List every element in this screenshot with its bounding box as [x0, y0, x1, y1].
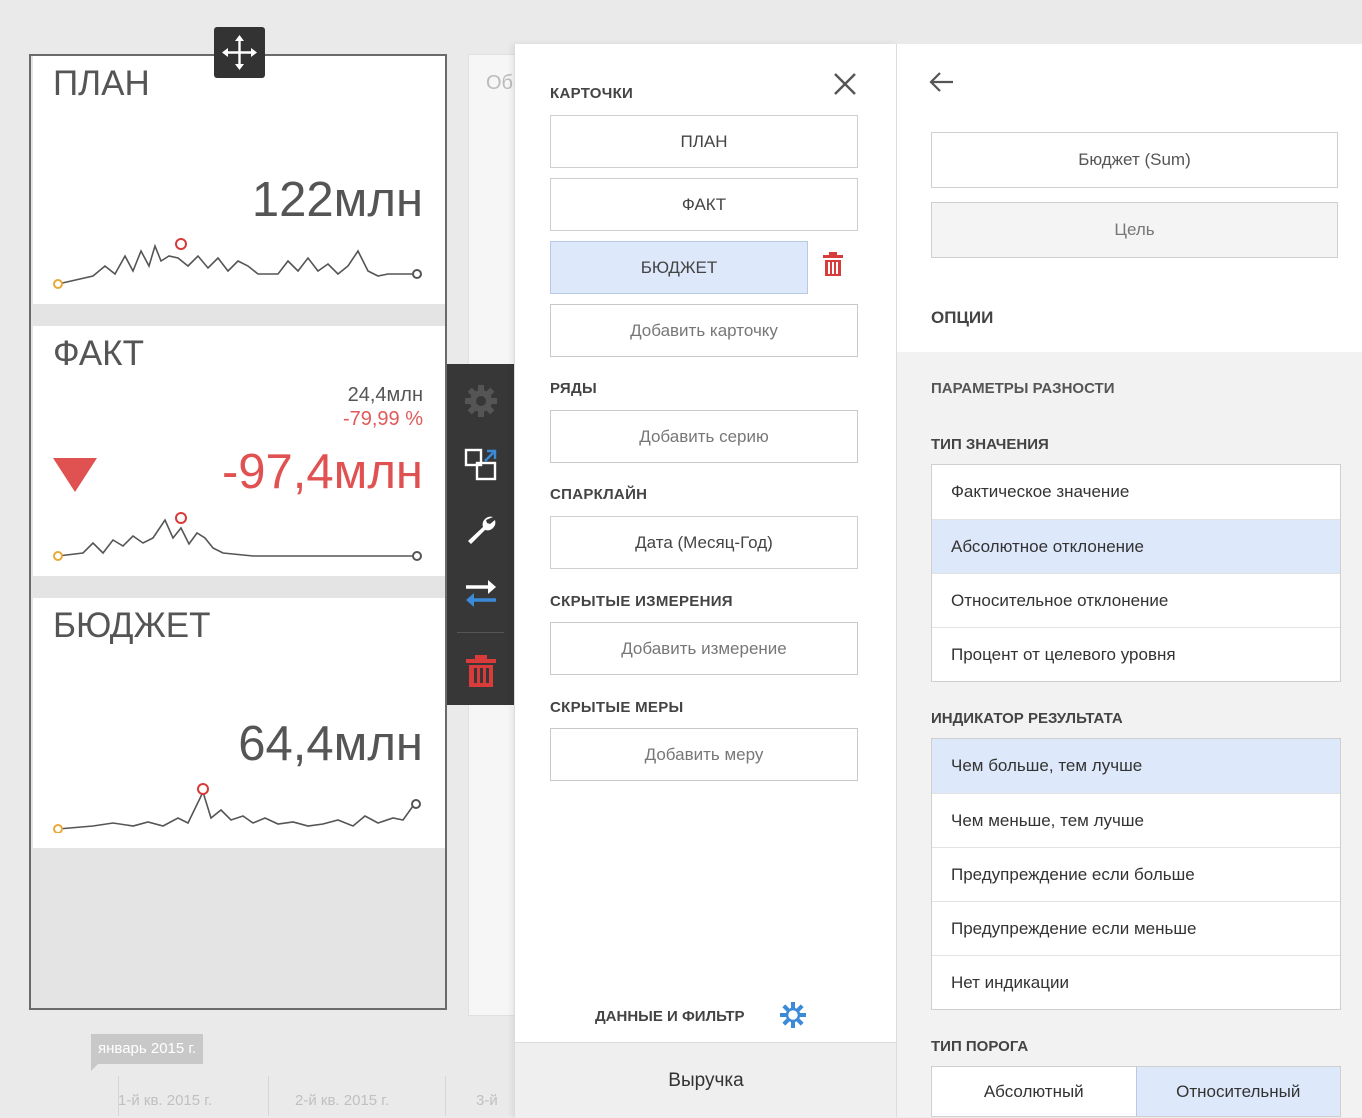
threshold-type-toggle: Абсолютный Относительный	[931, 1066, 1341, 1117]
close-icon[interactable]	[829, 68, 861, 100]
threshold-absolute-option[interactable]: Абсолютный	[932, 1067, 1136, 1116]
result-indicator-option[interactable]: Нет индикации	[932, 955, 1340, 1009]
target-value-field[interactable]: Цель	[931, 202, 1338, 258]
card-title: БЮДЖЕТ	[53, 606, 211, 645]
result-indicator-option[interactable]: Чем меньше, тем лучше	[932, 793, 1340, 847]
value-type-list: Фактическое значение Абсолютное отклонен…	[931, 464, 1341, 682]
value-type-option-selected[interactable]: Абсолютное отклонение	[932, 519, 1340, 573]
timeline-tick	[445, 1076, 446, 1116]
add-card-button[interactable]: Добавить карточку	[550, 304, 858, 357]
timeline-quarter-label[interactable]: 3-й	[476, 1092, 498, 1109]
card-widget[interactable]: ПЛАН 122млн ФАКТ 24,4млн -79,99 % -97,4м…	[29, 54, 447, 1010]
swap-button[interactable]	[447, 562, 514, 624]
value-type-option[interactable]: Процент от целевого уровня	[932, 627, 1340, 681]
result-indicator-option[interactable]: Предупреждение если больше	[932, 847, 1340, 901]
add-dimension-button[interactable]: Добавить измерение	[550, 622, 858, 675]
sparkline-section-label: СПАРКЛАЙН	[550, 486, 648, 503]
result-indicator-option-selected[interactable]: Чем больше, тем лучше	[932, 739, 1340, 793]
move-icon	[222, 35, 257, 70]
card-title: ПЛАН	[53, 64, 150, 103]
card-item-fact[interactable]: ФАКТ	[550, 178, 858, 231]
datasource-footer[interactable]: Выручка	[515, 1042, 897, 1118]
timeline-tick	[268, 1076, 269, 1116]
options-button[interactable]	[447, 370, 514, 432]
timeline-quarter-label[interactable]: 2-й кв. 2015 г.	[295, 1092, 389, 1109]
value-type-option[interactable]: Фактическое значение	[932, 465, 1340, 519]
move-handle[interactable]	[214, 27, 265, 78]
card-delta-percent: -79,99 %	[342, 408, 423, 430]
sparkline	[53, 238, 422, 289]
options-section-label[interactable]: ОПЦИИ	[931, 308, 993, 328]
card-item-budget[interactable]: БЮДЖЕТ	[550, 241, 808, 294]
convert-icon	[464, 448, 496, 481]
card-budget[interactable]: БЮДЖЕТ 64,4млн	[33, 598, 445, 848]
timeline-quarter-label[interactable]: 1-й кв. 2015 г.	[118, 1092, 212, 1109]
timeline-selection-badge: январь 2015 г.	[91, 1034, 204, 1064]
toolbar-divider	[457, 632, 504, 633]
sparkline-argument[interactable]: Дата (Месяц-Год)	[550, 516, 858, 569]
card-plan[interactable]: ПЛАН 122млн	[33, 56, 445, 304]
delete-button[interactable]	[447, 640, 514, 702]
sparkline	[53, 783, 421, 833]
card-item-plan[interactable]: ПЛАН	[550, 115, 858, 168]
hidden-dimensions-label: СКРЫТЫЕ ИЗМЕРЕНИЯ	[550, 593, 733, 610]
data-filter-label[interactable]: ДАННЫЕ И ФИЛЬТР	[595, 1008, 745, 1025]
card-target-value: 24,4млн	[347, 384, 423, 406]
settings-button[interactable]	[447, 498, 514, 560]
actual-value-field[interactable]: Бюджет (Sum)	[931, 132, 1338, 188]
result-indicator-list: Чем больше, тем лучше Чем меньше, тем лу…	[931, 738, 1341, 1010]
background-panel-caption: Об	[486, 72, 514, 94]
card-options-panel: Бюджет (Sum) Цель ОПЦИИ ПАРАМЕТРЫ РАЗНОС…	[896, 44, 1362, 1117]
card-fact[interactable]: ФАКТ 24,4млн -79,99 % -97,4млн	[33, 326, 445, 576]
value-type-option[interactable]: Относительное отклонение	[932, 573, 1340, 627]
data-filter-gear-icon[interactable]	[778, 1000, 808, 1030]
gear-icon	[464, 385, 497, 417]
timeline-badge-pointer	[91, 1064, 98, 1071]
card-main-value: -97,4млн	[221, 445, 423, 499]
result-indicator-label: ИНДИКАТОР РЕЗУЛЬТАТА	[931, 710, 1123, 727]
sparkline	[53, 512, 422, 561]
result-indicator-option[interactable]: Предупреждение если меньше	[932, 901, 1340, 955]
remove-card-icon[interactable]	[821, 251, 845, 277]
card-main-value: 64,4млн	[238, 717, 423, 771]
item-toolbar	[447, 364, 514, 705]
delta-params-label: ПАРАМЕТРЫ РАЗНОСТИ	[931, 380, 1115, 397]
swap-icon	[465, 580, 496, 607]
value-type-label: ТИП ЗНАЧЕНИЯ	[931, 436, 1049, 453]
add-series-button[interactable]: Добавить серию	[550, 410, 858, 463]
binding-panel: КАРТОЧКИ ПЛАН ФАКТ БЮДЖЕТ Добавить карто…	[514, 44, 897, 1118]
back-arrow-icon[interactable]	[927, 70, 955, 94]
cards-section-label: КАРТОЧКИ	[550, 85, 634, 102]
trash-icon	[465, 655, 496, 687]
convert-button[interactable]	[447, 434, 514, 496]
threshold-type-label: ТИП ПОРОГА	[931, 1038, 1029, 1055]
down-triangle-icon	[53, 458, 97, 492]
wrench-icon	[467, 516, 495, 544]
add-measure-button[interactable]: Добавить меру	[550, 728, 858, 781]
threshold-relative-option-selected[interactable]: Относительный	[1135, 1067, 1340, 1116]
series-section-label: РЯДЫ	[550, 380, 597, 397]
card-main-value: 122млн	[251, 173, 423, 227]
hidden-measures-label: СКРЫТЫЕ МЕРЫ	[550, 699, 684, 716]
card-title: ФАКТ	[53, 334, 144, 373]
